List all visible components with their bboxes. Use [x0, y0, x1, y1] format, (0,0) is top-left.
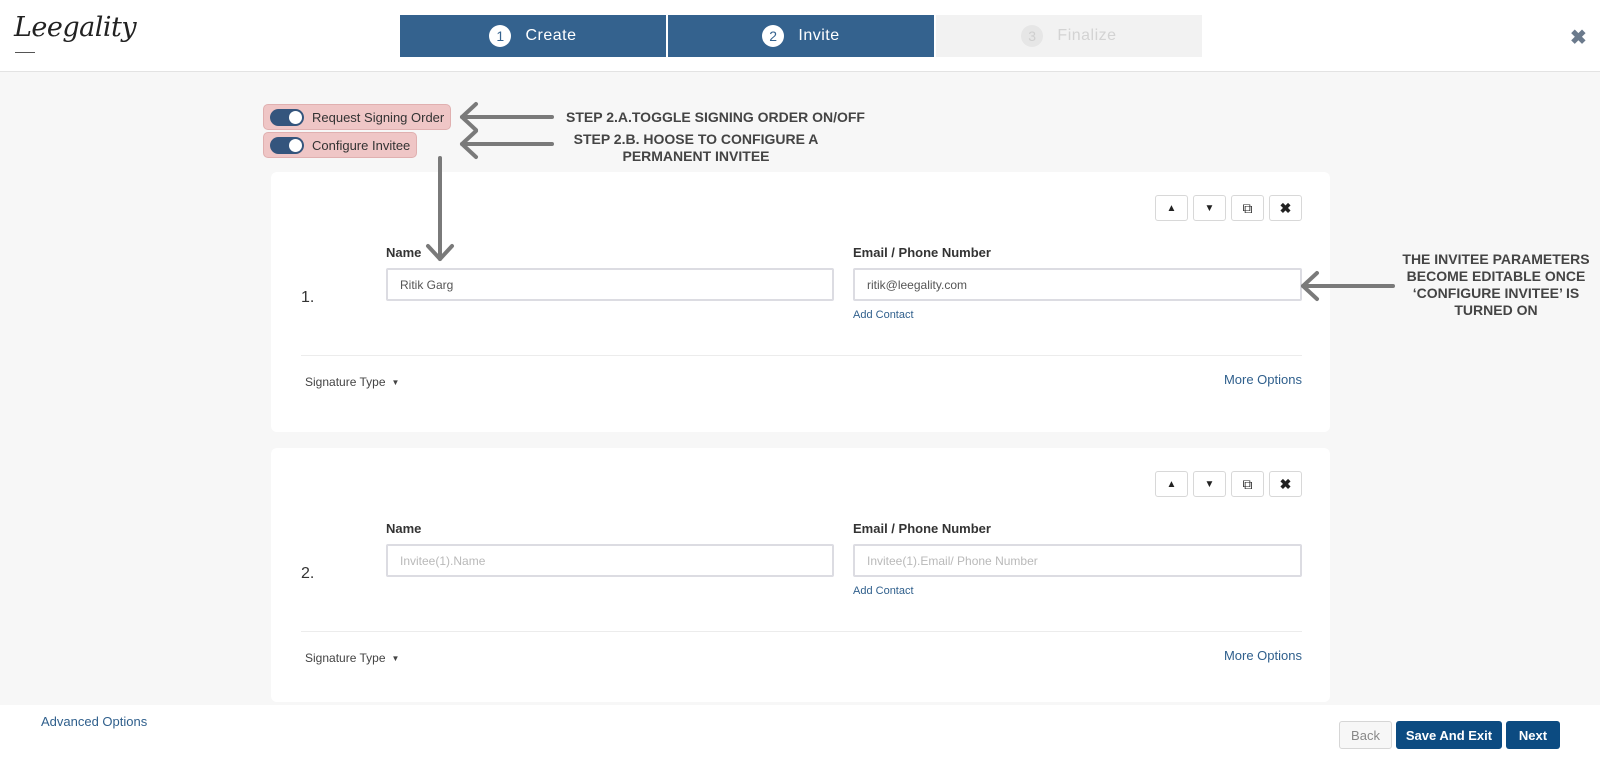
name-label: Name: [386, 245, 422, 260]
step-progress: 1 Create 2 Invite 3 Finalize: [400, 15, 1204, 57]
step-label: Finalize: [1057, 27, 1117, 44]
annotation-line: TURNED ON: [1454, 302, 1538, 318]
close-icon[interactable]: ✖: [1570, 25, 1587, 50]
signature-type-label: Signature Type: [305, 651, 386, 665]
invitee-number: 2.: [301, 565, 315, 582]
contact-label: Email / Phone Number: [853, 245, 991, 260]
caret-up-icon: ▲: [1166, 478, 1177, 490]
advanced-options-link[interactable]: Advanced Options: [41, 714, 147, 729]
duplicate-button[interactable]: ⧉: [1231, 195, 1264, 221]
toggle-label: Request Signing Order: [312, 109, 445, 125]
annotation-line: STEP 2.B. HOOSE TO CONFIGURE A: [573, 131, 819, 147]
toggle-switch[interactable]: [270, 136, 304, 154]
name-input[interactable]: Invitee(1).Name: [386, 544, 834, 577]
arrow-head: [460, 102, 478, 132]
add-contact-link[interactable]: Add Contact: [853, 309, 914, 321]
annotation-step-2b: STEP 2.B. HOOSE TO CONFIGURE A PERMANENT…: [566, 131, 826, 165]
caret-down-icon: ▼: [1204, 202, 1215, 214]
step-create[interactable]: 1 Create: [400, 15, 666, 57]
contact-input[interactable]: ritik@leegality.com: [853, 268, 1302, 301]
back-button[interactable]: Back: [1339, 721, 1392, 749]
move-up-button[interactable]: ▲: [1155, 195, 1188, 221]
close-icon: ✖: [1279, 199, 1292, 216]
step-invite[interactable]: 2 Invite: [668, 15, 934, 57]
annotation-invitee-editable: THE INVITEE PARAMETERS BECOME EDITABLE O…: [1398, 251, 1594, 319]
leegality-logo: Leegality: [14, 12, 137, 58]
toggle-switch[interactable]: [270, 108, 304, 126]
signature-type-dropdown[interactable]: Signature Type ▼: [305, 375, 399, 389]
logo-underline: [15, 52, 35, 53]
invitee-card-1: ▲ ▼ ⧉ ✖ 1. Name Ritik Garg Email / Phone…: [271, 172, 1330, 432]
step-label: Create: [525, 27, 577, 44]
card-actions: ▲ ▼ ⧉ ✖: [1155, 471, 1302, 497]
signature-type-label: Signature Type: [305, 375, 386, 389]
caret-down-icon: ▼: [1204, 478, 1215, 490]
copy-icon: ⧉: [1242, 475, 1253, 492]
arrow-head: [460, 129, 478, 159]
footer-bar: Advanced Options Back Save And Exit Next: [0, 705, 1600, 757]
move-up-button[interactable]: ▲: [1155, 471, 1188, 497]
copy-icon: ⧉: [1242, 199, 1253, 216]
save-and-exit-button[interactable]: Save And Exit: [1396, 721, 1502, 749]
invitee-card-2: ▲ ▼ ⧉ ✖ 2. Name Invitee(1).Name Email / …: [271, 448, 1330, 702]
card-divider: [301, 355, 1302, 356]
logo-text: Leegality: [14, 12, 137, 43]
caret-down-icon: ▼: [391, 653, 400, 663]
next-button[interactable]: Next: [1506, 721, 1560, 749]
step-number: 2: [762, 25, 785, 47]
step-number: 1: [489, 25, 512, 47]
move-down-button[interactable]: ▼: [1193, 471, 1226, 497]
invitee-number: 1.: [301, 289, 315, 306]
annotation-step-2a: STEP 2.A.TOGGLE SIGNING ORDER ON/OFF: [566, 109, 865, 125]
close-icon: ✖: [1279, 475, 1292, 492]
move-down-button[interactable]: ▼: [1193, 195, 1226, 221]
card-divider: [301, 631, 1302, 632]
contact-input[interactable]: Invitee(1).Email/ Phone Number: [853, 544, 1302, 577]
app-header: Leegality 1 Create 2 Invite 3 Finalize ✖: [0, 0, 1600, 72]
remove-invitee-button[interactable]: ✖: [1269, 471, 1302, 497]
step-label: Invite: [798, 27, 840, 44]
signature-type-dropdown[interactable]: Signature Type ▼: [305, 651, 399, 665]
request-signing-order-toggle[interactable]: Request Signing Order: [263, 104, 452, 130]
toggle-label: Configure Invitee: [312, 137, 411, 153]
caret-down-icon: ▼: [391, 377, 400, 387]
annotation-line: PERMANENT INVITEE: [622, 148, 770, 164]
contact-label: Email / Phone Number: [853, 521, 991, 536]
name-label: Name: [386, 521, 422, 536]
more-options-link[interactable]: More Options: [1224, 648, 1302, 663]
add-contact-link[interactable]: Add Contact: [853, 585, 914, 597]
annotation-line: THE INVITEE PARAMETERS: [1402, 251, 1590, 267]
annotation-line: ‘CONFIGURE INVITEE’ IS: [1412, 285, 1580, 301]
step-number: 3: [1021, 25, 1044, 47]
step-finalize[interactable]: 3 Finalize: [936, 15, 1202, 57]
duplicate-button[interactable]: ⧉: [1231, 471, 1264, 497]
name-input[interactable]: Ritik Garg: [386, 268, 834, 301]
configure-invitee-toggle[interactable]: Configure Invitee: [263, 132, 418, 158]
caret-up-icon: ▲: [1166, 202, 1177, 214]
more-options-link[interactable]: More Options: [1224, 372, 1302, 387]
remove-invitee-button[interactable]: ✖: [1269, 195, 1302, 221]
card-actions: ▲ ▼ ⧉ ✖: [1155, 195, 1302, 221]
annotation-line: BECOME EDITABLE ONCE: [1406, 268, 1586, 284]
